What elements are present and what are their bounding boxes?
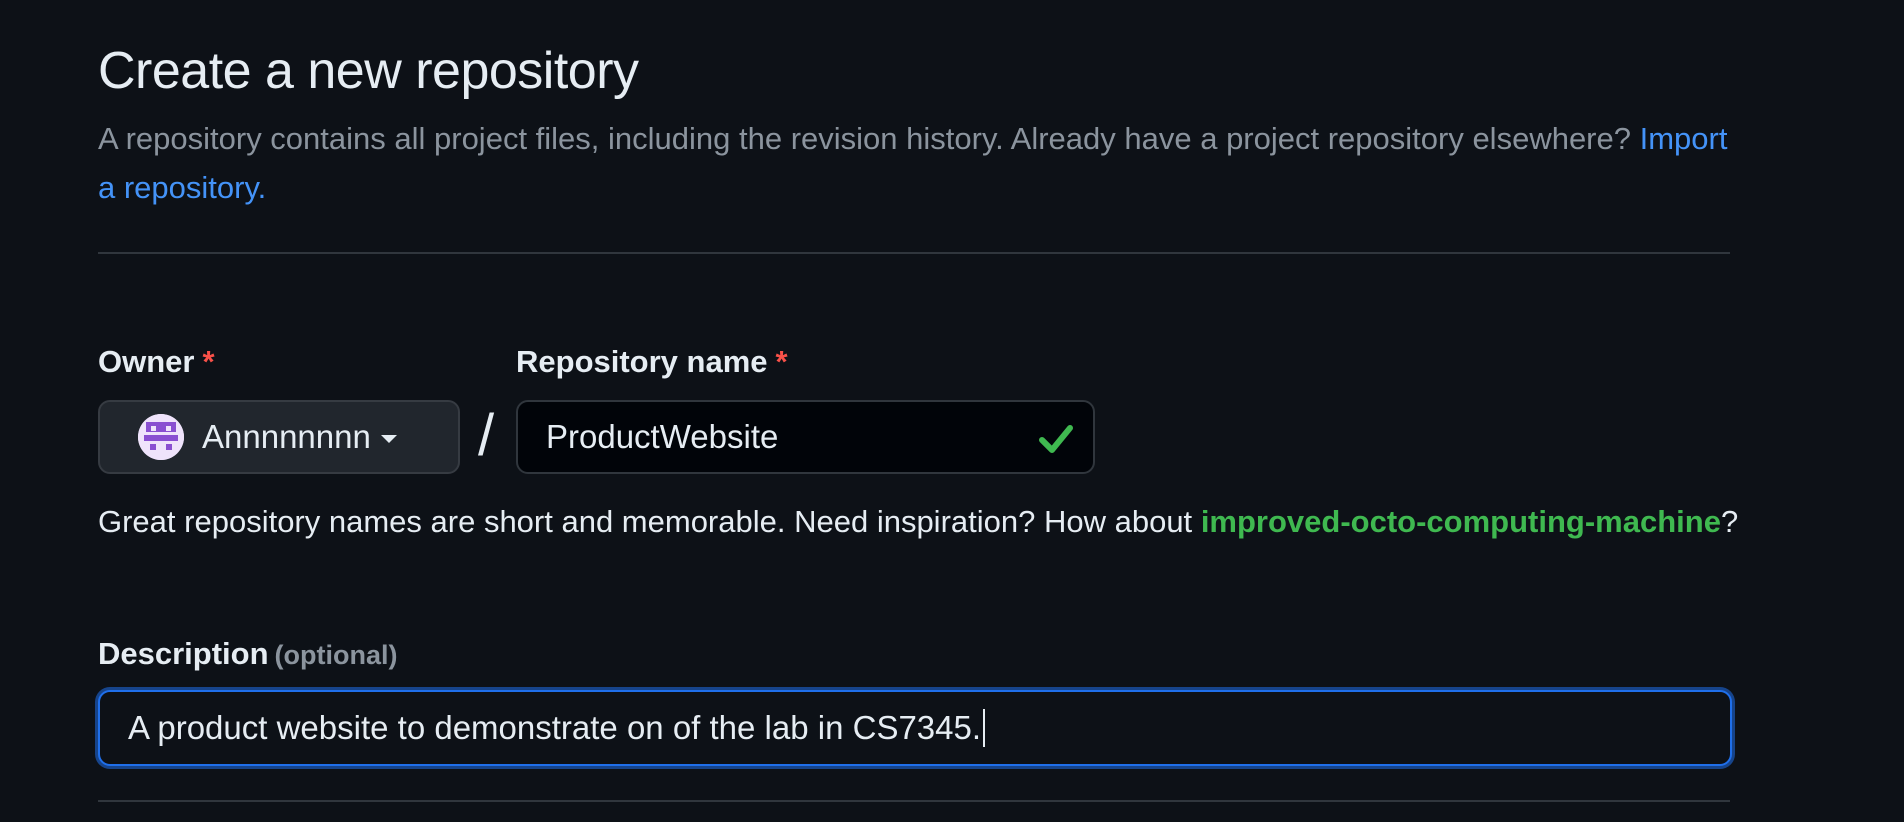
repository-name-label-text: Repository name [516,344,768,379]
owner-label: Owner * [98,344,215,380]
page-subtitle: A repository contains all project files,… [98,114,1738,212]
page-title: Create a new repository [98,42,639,100]
section-divider [98,252,1730,254]
hint-text: Great repository names are short and mem… [98,504,1193,539]
repository-name-value: ProductWebsite [546,418,779,455]
description-input[interactable]: A product website to demonstrate on of t… [98,690,1732,766]
required-mark: * [775,344,788,379]
owner-name: Annnnnnnn [202,418,371,455]
hint-end: ? [1720,504,1739,539]
new-repository-page: Create a new repository A repository con… [0,0,1904,822]
identicon-avatar-icon [138,414,184,460]
check-icon [1039,425,1073,453]
repository-name-label: Repository name * [516,344,788,380]
description-label-text: Description [98,636,269,671]
owner-label-text: Owner [98,344,195,379]
section-divider [98,800,1730,802]
repository-name-hint: Great repository names are short and mem… [98,497,1748,546]
subtitle-text: A repository contains all project files,… [98,121,1631,156]
caret-down-icon [380,435,397,443]
required-mark: * [202,344,215,379]
name-suggestion-link[interactable]: improved-octo-computing-machine [1201,504,1721,539]
description-label: Description (optional) [98,636,398,672]
description-value: A product website to demonstrate on of t… [128,709,982,746]
owner-dropdown-button[interactable]: Annnnnnnn [98,400,460,474]
text-cursor [983,709,986,747]
owner-repo-separator: / [478,403,495,468]
repository-name-input[interactable]: ProductWebsite [516,400,1095,474]
optional-label: (optional) [274,640,398,670]
